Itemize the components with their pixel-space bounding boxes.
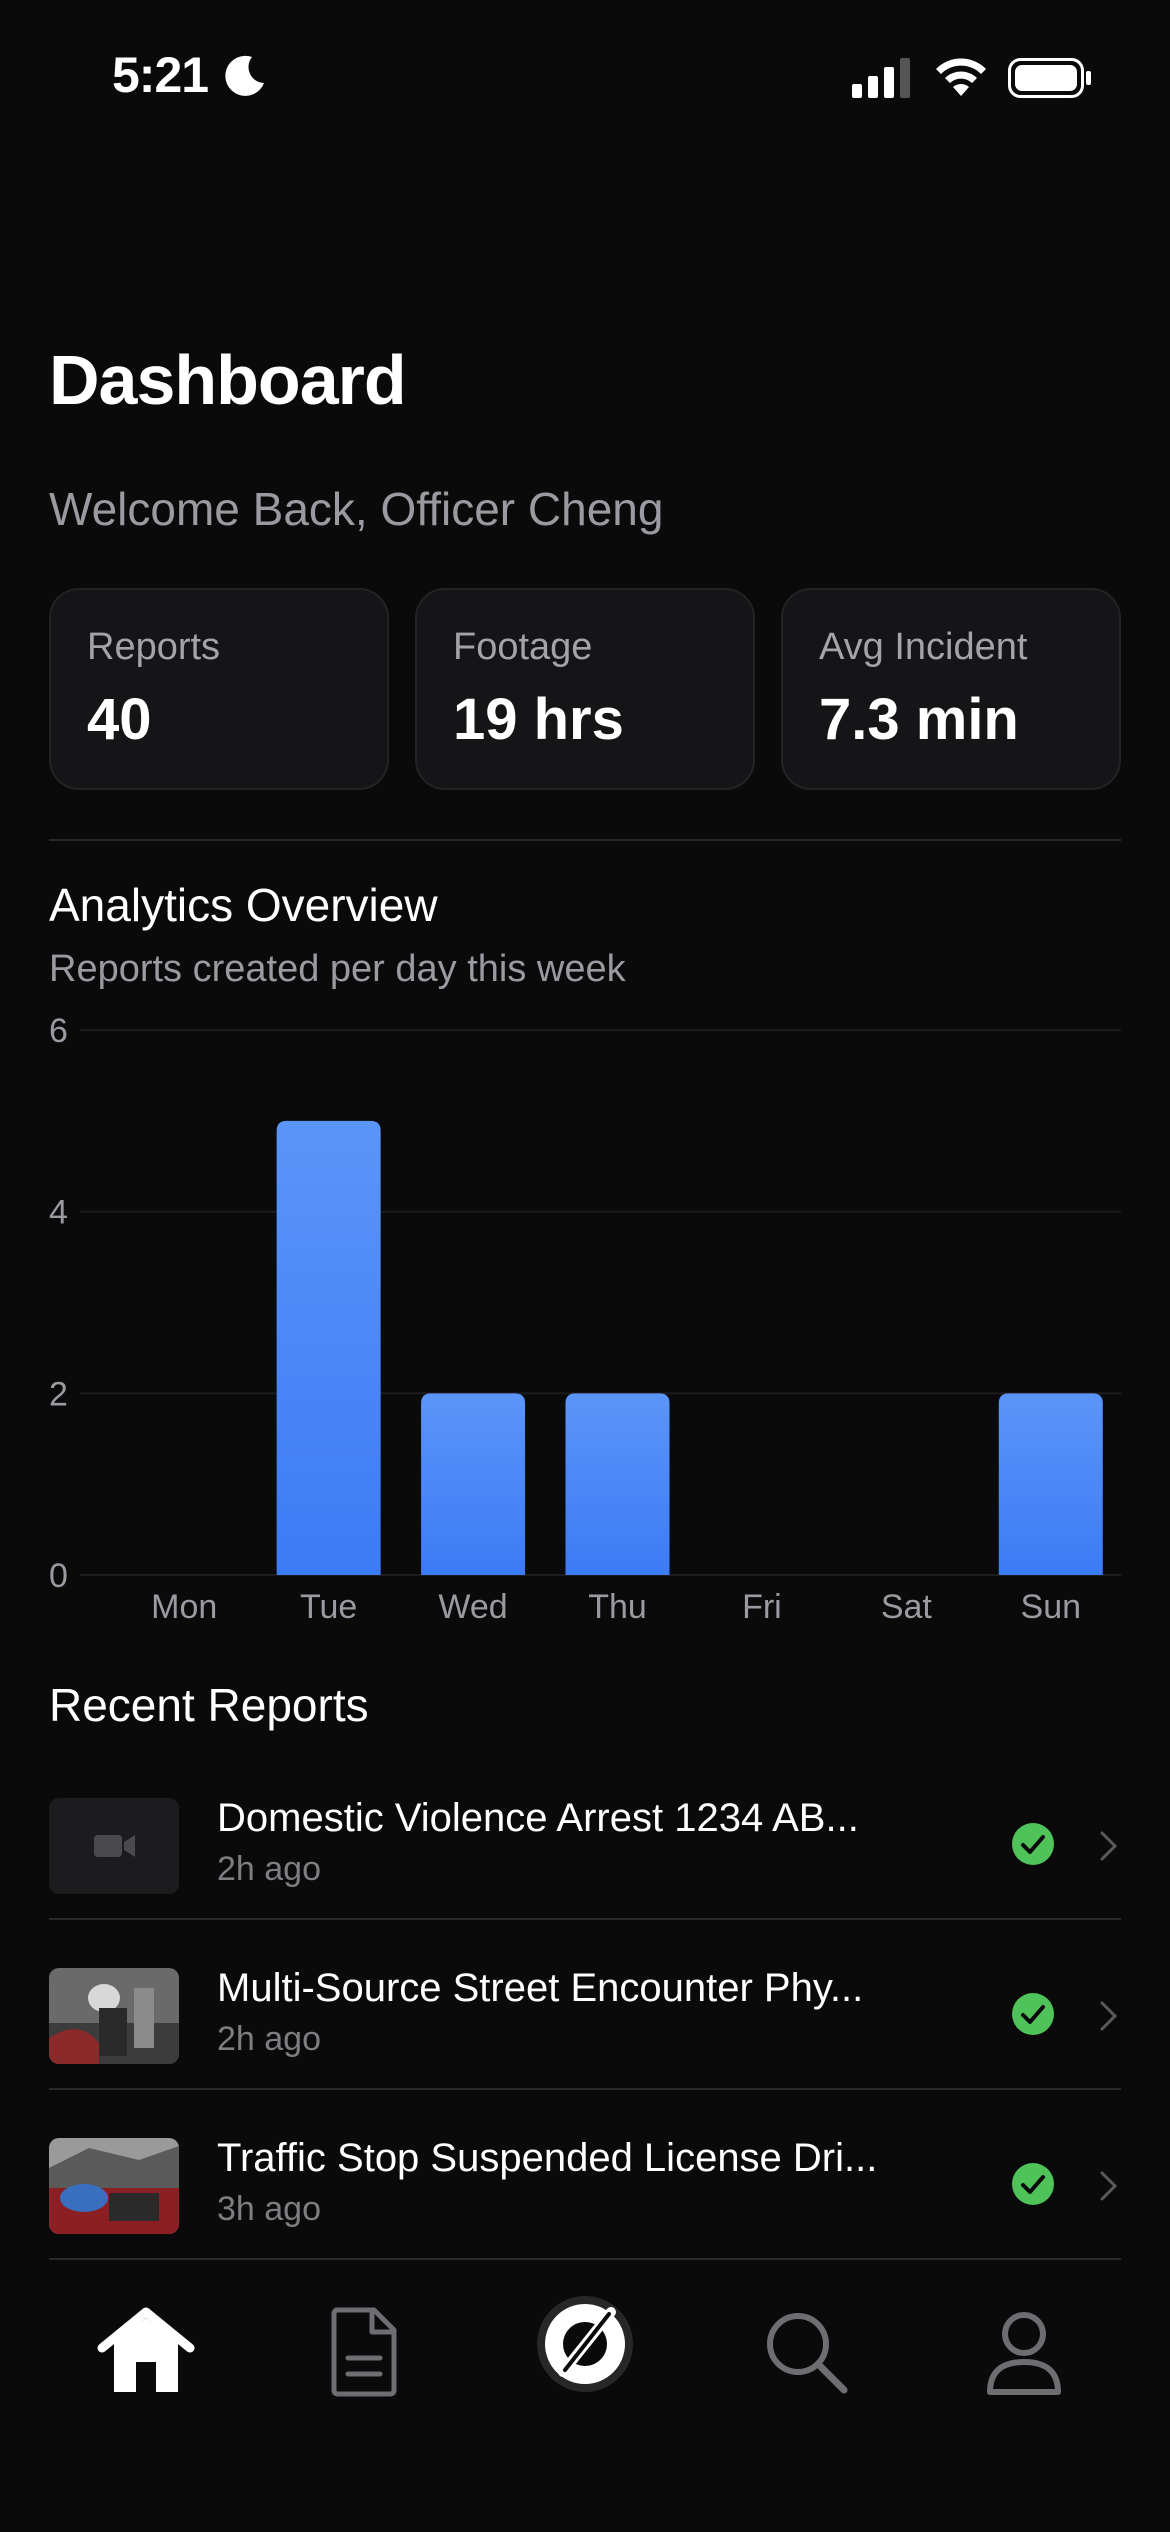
stat-label: Avg Incident [819, 626, 1028, 668]
report-thumbnail [49, 2138, 179, 2234]
x-tick-label: Fri [742, 1588, 782, 1626]
home-icon [97, 2307, 195, 2392]
y-tick-label: 0 [49, 1557, 68, 1595]
x-tick-label: Sat [881, 1588, 933, 1626]
profile-icon [987, 2312, 1061, 2395]
bar-sun[interactable] [998, 1393, 1103, 1575]
report-row[interactable]: Multi-Source Street Encounter Phy... 2h … [49, 1960, 1121, 2130]
status-bar: 5:21 [0, 0, 1170, 150]
analytics-title: Analytics Overview [49, 879, 438, 931]
video-camera-icon [49, 1798, 179, 1894]
x-tick-label: Tue [300, 1588, 357, 1626]
report-title: Multi-Source Street Encounter Phy... [217, 1966, 864, 2010]
check-circle-icon [1012, 1993, 1054, 2035]
stat-card-footage[interactable]: Footage 19 hrs [415, 588, 755, 790]
stat-value: 7.3 min [819, 687, 1019, 752]
check-circle-icon [1012, 1823, 1054, 1865]
document-icon [331, 2307, 397, 2397]
moon-icon [225, 55, 264, 96]
report-title: Traffic Stop Suspended License Dri... [217, 2136, 878, 2180]
bar-wed[interactable] [421, 1393, 526, 1575]
tab-home[interactable] [96, 2302, 196, 2402]
y-tick-label: 6 [49, 1012, 68, 1050]
wifi-icon [936, 58, 986, 96]
recent-reports-title: Recent Reports [49, 1679, 369, 1731]
record-icon [537, 2296, 633, 2392]
stat-label: Reports [87, 626, 221, 668]
row-separator [49, 2258, 1121, 2260]
chevron-right-icon [1100, 2001, 1118, 2031]
x-tick-label: Thu [588, 1588, 647, 1626]
bar-thu[interactable] [565, 1393, 670, 1575]
page-title: Dashboard [49, 341, 407, 419]
stats-row: Reports 40 Footage 19 hrs Avg Incident 7… [49, 588, 1121, 792]
report-time: 2h ago [217, 1850, 321, 1888]
welcome-message: Welcome Back, Officer Cheng [49, 483, 664, 535]
battery-icon [1008, 58, 1091, 98]
x-tick-label: Sun [1021, 1588, 1082, 1626]
tab-search[interactable] [756, 2302, 856, 2402]
signal-icon [852, 58, 910, 98]
report-title: Domestic Violence Arrest 1234 AB... [217, 1796, 859, 1840]
chart-svg: 0 2 4 6 Mon Tue Wed Thu Fri Sat Sun [49, 1012, 1121, 1626]
report-thumbnail [49, 1798, 179, 1894]
row-separator [49, 2088, 1121, 2090]
search-icon [767, 2313, 848, 2394]
report-thumbnail [49, 1968, 179, 2064]
status-time: 5:21 [112, 47, 209, 103]
x-tick-label: Mon [151, 1588, 217, 1626]
stat-card-reports[interactable]: Reports 40 [49, 588, 389, 790]
tab-bar [0, 2262, 1170, 2532]
stat-label: Footage [453, 626, 593, 668]
y-tick-label: 4 [49, 1194, 68, 1232]
tab-record[interactable] [535, 2294, 635, 2394]
row-separator [49, 1918, 1121, 1920]
report-time: 3h ago [217, 2190, 321, 2228]
tab-reports[interactable] [314, 2302, 414, 2402]
analytics-subtitle: Reports created per day this week [49, 948, 626, 990]
bar-tue[interactable] [276, 1120, 381, 1575]
check-circle-icon [1012, 2163, 1054, 2205]
reports-bar-chart: 0 2 4 6 Mon Tue Wed Thu Fri Sat Sun [0, 1000, 1170, 1640]
chevron-right-icon [1100, 2171, 1118, 2201]
report-row[interactable]: Domestic Violence Arrest 1234 AB... 2h a… [49, 1790, 1121, 1960]
photo-thumbnail [49, 1968, 179, 2064]
chevron-right-icon [1100, 1831, 1118, 1861]
divider [49, 839, 1121, 841]
stat-card-avg-incident[interactable]: Avg Incident 7.3 min [781, 588, 1121, 790]
stat-value: 40 [87, 687, 152, 752]
y-tick-label: 2 [49, 1375, 68, 1413]
tab-profile[interactable] [974, 2302, 1074, 2402]
photo-thumbnail [49, 2138, 179, 2234]
stat-value: 19 hrs [453, 687, 624, 752]
report-time: 2h ago [217, 2020, 321, 2058]
x-tick-label: Wed [438, 1588, 507, 1626]
